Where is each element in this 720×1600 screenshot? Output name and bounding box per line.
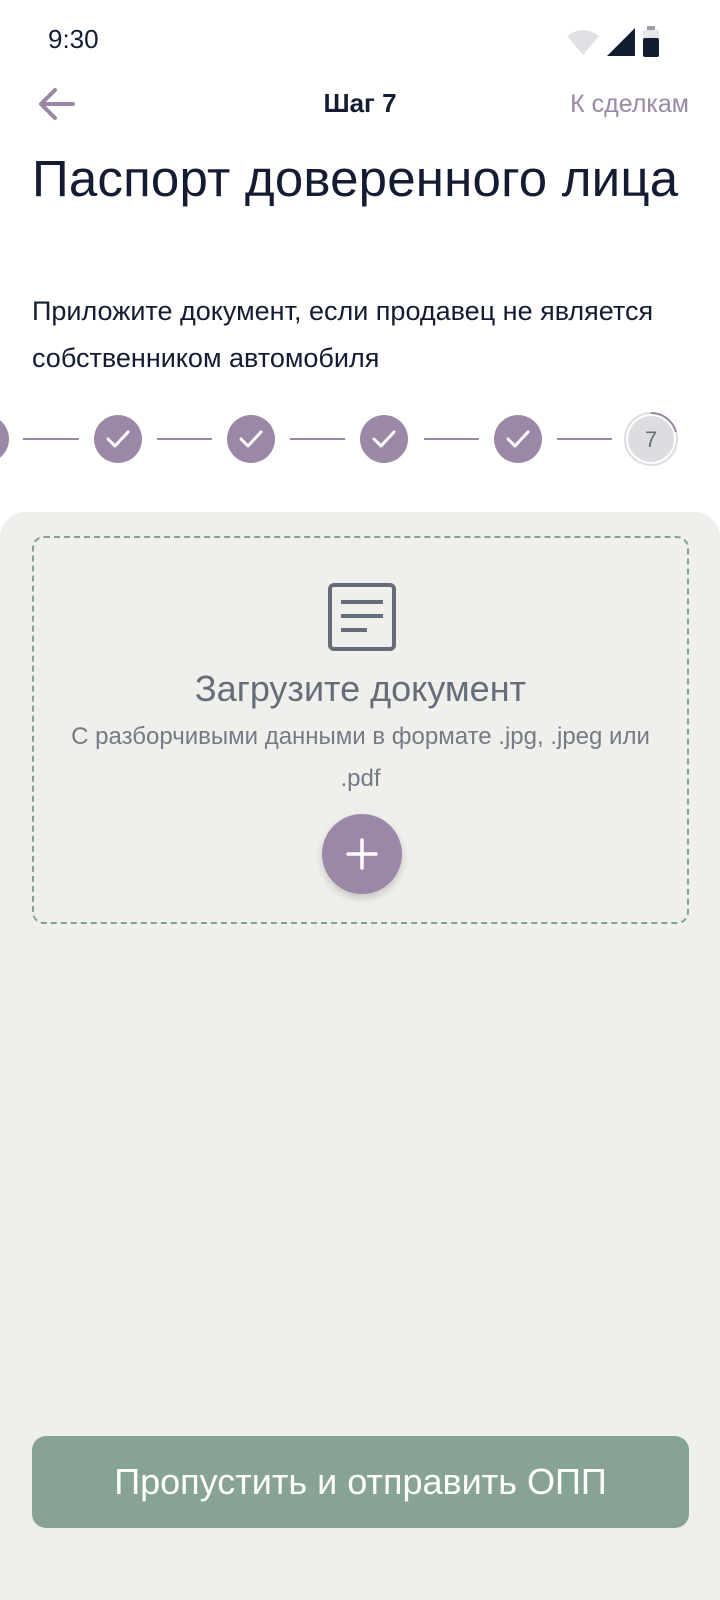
step-current-number: 7 bbox=[645, 427, 657, 452]
battery-icon bbox=[643, 26, 659, 57]
top-app-bar: Шаг 7 К сделкам bbox=[0, 80, 720, 128]
upload-dropzone[interactable]: Загрузите документ С разборчивыми данным… bbox=[32, 536, 689, 924]
document-icon bbox=[328, 583, 396, 651]
add-document-button[interactable] bbox=[322, 814, 402, 894]
upload-description: С разборчивыми данными в формате .jpg, .… bbox=[71, 723, 650, 792]
upload-title: Загрузите документ bbox=[194, 668, 527, 709]
step-done-3 bbox=[227, 415, 275, 463]
step-done bbox=[0, 420, 9, 458]
step-done-5 bbox=[494, 415, 542, 463]
step-current: 7 bbox=[624, 412, 678, 466]
skip-and-send-button[interactable]: Пропустить и отправить ОПП bbox=[32, 1436, 689, 1528]
plus-icon bbox=[346, 838, 378, 870]
wifi-icon bbox=[567, 30, 599, 55]
signal-icon bbox=[607, 28, 635, 56]
step-done-4 bbox=[360, 415, 408, 463]
status-time: 9:30 bbox=[48, 24, 99, 54]
progress-stepper: 7 bbox=[0, 412, 678, 466]
status-icons bbox=[566, 26, 660, 58]
deals-link[interactable]: К сделкам bbox=[570, 90, 689, 119]
status-bar: 9:30 bbox=[0, 0, 720, 80]
page-subtitle: Приложите документ, если продавец не явл… bbox=[32, 296, 654, 373]
page-title: Паспорт доверенного лица bbox=[32, 150, 679, 207]
step-done-2 bbox=[94, 415, 142, 463]
